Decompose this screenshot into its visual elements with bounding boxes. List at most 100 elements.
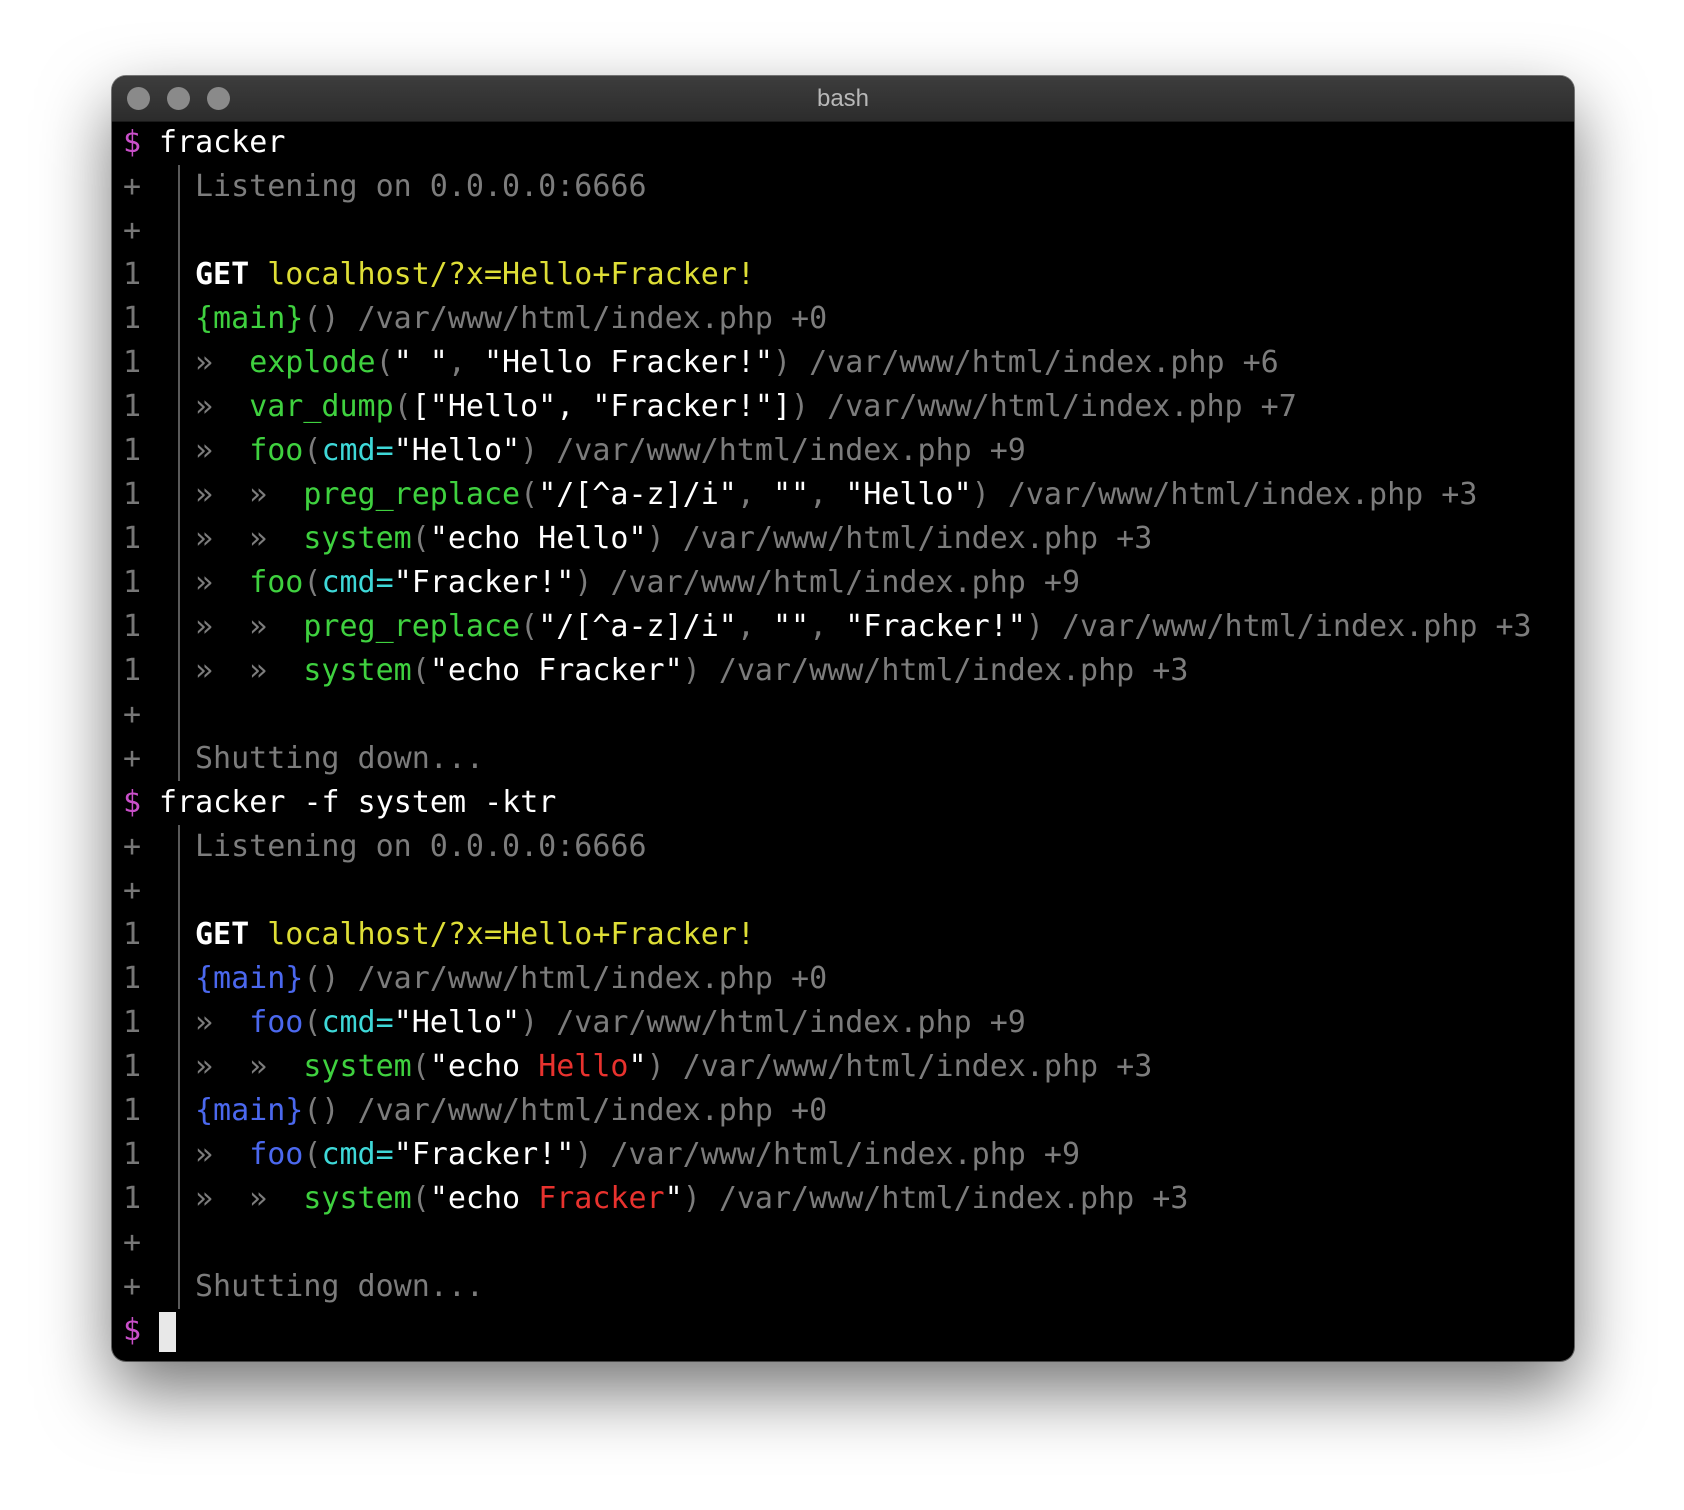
line-marker: + [123,873,142,908]
line-marker: 1 [123,521,142,556]
output-divider [178,385,180,429]
output-segment: "Fracker!" [393,1137,575,1172]
output-segment: ( [411,521,430,556]
output-segment: () [303,961,358,996]
output-divider [178,165,180,209]
output-divider [178,1265,180,1309]
line-marker: 1 [123,609,142,644]
output-segment: "Hello" [393,1005,521,1040]
output-divider [178,1001,180,1045]
line-marker: 1 [123,1005,142,1040]
output-segment: Fracker [538,1181,665,1216]
output-segment: ) [791,389,828,424]
output-segment: ( [411,1049,430,1084]
output-segment: , [809,609,846,644]
output-segment: ) [646,521,683,556]
output-segment: "echo [429,1049,539,1084]
output-segment: Listening on 0.0.0.0:6666 [195,829,647,864]
output-segment: {main} [195,961,304,996]
output-segment: ( [520,609,539,644]
text-cursor[interactable] [159,1312,176,1352]
output-segment: ) [574,1137,611,1172]
output-segment: Listening on 0.0.0.0:6666 [195,169,647,204]
output-line: + Listening on 0.0.0.0:6666 [123,165,1574,209]
output-segment: » » [195,653,304,688]
output-segment: » » [195,1181,304,1216]
output-segment: ( [303,433,322,468]
output-text: Listening on 0.0.0.0:6666 [195,165,647,209]
output-line: 1 » » system("echo Hello") /var/www/html/… [123,1045,1574,1089]
output-segment: /var/www/html/index.php +7 [827,389,1297,424]
output-segment: ( [393,389,412,424]
line-marker: 1 [123,653,142,688]
output-segment: " [664,1181,683,1216]
output-divider [178,561,180,605]
output-segment: cmd= [321,433,394,468]
output-divider [178,517,180,561]
output-line: 1 » » system("echo Fracker") /var/www/htm… [123,1177,1574,1221]
terminal-output[interactable]: $ fracker + Listening on 0.0.0.0:6666 +1 GET … [123,121,1574,1361]
output-divider [178,297,180,341]
output-text: » » system("echo Hello") /var/www/html/i… [195,517,1152,561]
output-text: {main}() /var/www/html/index.php +0 [195,297,827,341]
output-segment: foo [249,565,304,600]
output-line: + Listening on 0.0.0.0:6666 [123,825,1574,869]
output-text: {main}() /var/www/html/index.php +0 [195,1089,827,1133]
output-segment: /var/www/html/index.php +9 [556,1005,1026,1040]
output-text: » » preg_replace("/[^a-z]/i", "", "Hello… [195,473,1477,517]
output-segment: preg_replace [303,477,521,512]
output-segment: "Fracker!" [845,609,1026,644]
line-marker: 1 [123,433,142,468]
output-segment: ( [411,653,430,688]
output-segment: {main} [195,1093,304,1128]
output-divider [178,473,180,517]
output-segment: » » [195,609,304,644]
line-marker: 1 [123,477,142,512]
output-segment: /var/www/html/index.php +0 [357,961,828,996]
output-segment: ) [574,565,611,600]
output-divider [178,957,180,1001]
output-segment: cmd= [321,565,394,600]
output-segment: /var/www/html/index.php +3 [682,1049,1153,1084]
output-divider [178,605,180,649]
output-divider [178,429,180,473]
output-segment: ) [1025,609,1062,644]
output-line: + [123,209,1574,253]
output-divider [178,341,180,385]
output-segment: /var/www/html/index.php +0 [357,301,828,336]
output-divider [178,649,180,693]
output-text: » foo(cmd="Fracker!") /var/www/html/inde… [195,561,1080,605]
line-marker: 1 [123,1049,142,1084]
command-line: $ fracker -f system -ktr [123,781,1574,825]
output-segment: foo [249,1137,304,1172]
output-segment: "Fracker!" [393,565,575,600]
output-text: GET localhost/?x=Hello+Fracker! [195,913,755,957]
output-text: » foo(cmd="Hello") /var/www/html/index.p… [195,1001,1026,1045]
output-segment: "Hello Fracker!" [484,345,773,380]
output-segment: "Hello" [845,477,972,512]
prompt-symbol: $ [123,785,142,820]
line-marker: 1 [123,301,142,336]
output-segment: cmd= [321,1137,394,1172]
line-marker: 1 [123,1093,142,1128]
output-segment: ( [303,1137,322,1172]
output-segment: " " [393,345,448,380]
output-segment: system [303,521,412,556]
line-marker: + [123,741,142,776]
output-line: 1 » » system("echo Fracker") /var/www/htm… [123,649,1574,693]
title-bar[interactable]: bash [112,76,1574,122]
line-marker: + [123,1225,142,1260]
output-line: 1 » foo(cmd="Fracker!") /var/www/html/ind… [123,1133,1574,1177]
output-segment: ) [520,433,557,468]
output-segment: /var/www/html/index.php +9 [610,565,1081,600]
output-segment: "/[^a-z]/i" [538,609,737,644]
line-marker: + [123,1269,142,1304]
output-line: 1 GET localhost/?x=Hello+Fracker! [123,253,1574,297]
output-divider [178,913,180,957]
prompt-symbol: $ [123,1313,142,1348]
output-segment: ( [303,1005,322,1040]
line-marker: 1 [123,917,142,952]
command-line: $ fracker [123,121,1574,165]
output-segment: var_dump [249,389,394,424]
output-segment: localhost/?x=Hello+Fracker! [267,917,755,952]
